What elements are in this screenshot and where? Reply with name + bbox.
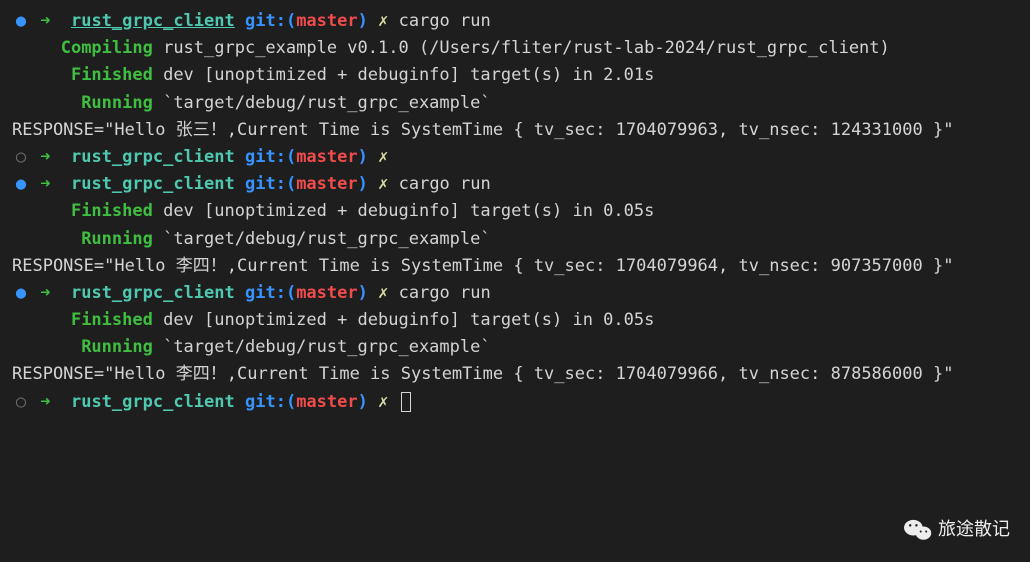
prompt-line-5[interactable]: ○ ➜ rust_grpc_client git:(master) ✗ — [12, 389, 1018, 416]
prompt-arrow-icon: ➜ — [40, 174, 50, 194]
running-label: Running — [81, 93, 153, 113]
watermark: 旅途散记 — [904, 515, 1010, 544]
command-text: cargo run — [399, 283, 491, 303]
git-close-paren: ) — [358, 174, 368, 194]
status-dot-icon: ● — [12, 280, 30, 307]
watermark-text: 旅途散记 — [938, 515, 1010, 544]
dirty-mark-icon: ✗ — [378, 11, 388, 31]
command-text: cargo run — [399, 11, 491, 31]
finished-label: Finished — [71, 310, 153, 330]
git-close-paren: ) — [358, 11, 368, 31]
output-finished-3: Finished dev [unoptimized + debuginfo] t… — [12, 307, 1018, 334]
prompt-arrow-icon: ➜ — [40, 11, 50, 31]
git-branch: master — [296, 283, 357, 303]
git-branch: master — [296, 392, 357, 412]
command-text: cargo run — [399, 174, 491, 194]
git-close-paren: ) — [358, 147, 368, 167]
git-branch: master — [296, 147, 357, 167]
finished-label: Finished — [71, 65, 153, 85]
prompt-line-1[interactable]: ● ➜ rust_grpc_client git:(master) ✗ carg… — [12, 8, 1018, 35]
prompt-arrow-icon: ➜ — [40, 392, 50, 412]
output-compiling-1: Compiling rust_grpc_example v0.1.0 (/Use… — [12, 35, 1018, 62]
output-response-3: RESPONSE="Hello 李四！,Current Time is Syst… — [12, 361, 1018, 388]
git-branch: master — [296, 174, 357, 194]
git-label: git:( — [245, 392, 296, 412]
finished-label: Finished — [71, 201, 153, 221]
prompt-directory: rust_grpc_client — [71, 392, 235, 412]
output-running-1: Running `target/debug/rust_grpc_example` — [12, 90, 1018, 117]
git-close-paren: ) — [358, 392, 368, 412]
output-response-1: RESPONSE="Hello 张三！,Current Time is Syst… — [12, 117, 1018, 144]
output-running-2: Running `target/debug/rust_grpc_example` — [12, 226, 1018, 253]
prompt-directory: rust_grpc_client — [71, 283, 235, 303]
output-response-2: RESPONSE="Hello 李四！,Current Time is Syst… — [12, 253, 1018, 280]
output-running-3: Running `target/debug/rust_grpc_example` — [12, 334, 1018, 361]
running-label: Running — [81, 229, 153, 249]
dirty-mark-icon: ✗ — [378, 392, 388, 412]
dirty-mark-icon: ✗ — [378, 174, 388, 194]
status-dot-icon: ● — [12, 171, 30, 198]
prompt-directory: rust_grpc_client — [71, 147, 235, 167]
status-dot-open-icon: ○ — [12, 389, 30, 416]
git-close-paren: ) — [358, 283, 368, 303]
wechat-icon — [904, 518, 932, 542]
git-label: git:( — [245, 283, 296, 303]
compiling-label: Compiling — [61, 38, 153, 58]
prompt-arrow-icon: ➜ — [40, 283, 50, 303]
git-label: git:( — [245, 147, 296, 167]
output-finished-2: Finished dev [unoptimized + debuginfo] t… — [12, 198, 1018, 225]
prompt-line-4[interactable]: ● ➜ rust_grpc_client git:(master) ✗ carg… — [12, 280, 1018, 307]
git-branch: master — [296, 11, 357, 31]
git-label: git:( — [245, 11, 296, 31]
prompt-directory: rust_grpc_client — [71, 174, 235, 194]
prompt-directory: rust_grpc_client — [71, 11, 235, 31]
status-dot-icon: ● — [12, 8, 30, 35]
running-label: Running — [81, 337, 153, 357]
status-dot-open-icon: ○ — [12, 144, 30, 171]
dirty-mark-icon: ✗ — [378, 147, 388, 167]
git-label: git:( — [245, 174, 296, 194]
prompt-arrow-icon: ➜ — [40, 147, 50, 167]
output-finished-1: Finished dev [unoptimized + debuginfo] t… — [12, 62, 1018, 89]
cursor-icon — [401, 392, 411, 412]
prompt-line-3[interactable]: ● ➜ rust_grpc_client git:(master) ✗ carg… — [12, 171, 1018, 198]
prompt-line-2[interactable]: ○ ➜ rust_grpc_client git:(master) ✗ — [12, 144, 1018, 171]
dirty-mark-icon: ✗ — [378, 283, 388, 303]
